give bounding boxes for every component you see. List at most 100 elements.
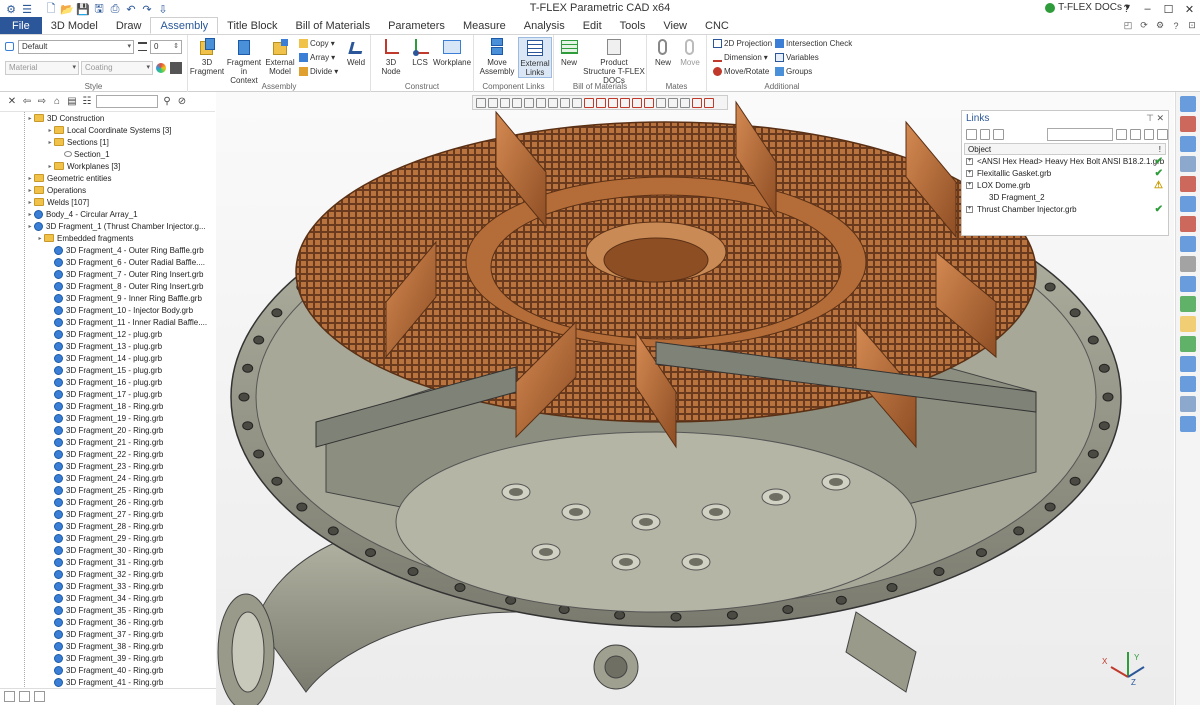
- filter-edges-icon[interactable]: [512, 97, 522, 108]
- help-circle-icon[interactable]: ?: [1170, 19, 1182, 32]
- view-panel-icon[interactable]: [1180, 96, 1196, 112]
- sync-icon[interactable]: ⟳: [1138, 19, 1150, 32]
- tab-tools[interactable]: Tools: [611, 17, 655, 34]
- settings-icon[interactable]: ⚙: [1154, 19, 1166, 32]
- search-icon[interactable]: ⚲: [161, 96, 173, 107]
- tree-item[interactable]: ▸ Sections [1]: [46, 136, 108, 148]
- red-filter-7-icon[interactable]: [692, 97, 702, 108]
- product-structure-button[interactable]: Product Structure T-FLEX DOCs: [583, 37, 645, 85]
- intersection-check-button[interactable]: Intersection Check: [775, 39, 852, 48]
- tree-item[interactable]: 3D Fragment_32 - Ring.grb: [46, 568, 163, 580]
- weld-button[interactable]: Weld: [343, 37, 369, 67]
- tree-item[interactable]: ▸ Workplanes [3]: [46, 160, 120, 172]
- tree-item[interactable]: 3D Fragment_28 - Ring.grb: [46, 520, 163, 532]
- tab-parameters[interactable]: Parameters: [379, 17, 454, 34]
- help-icon[interactable]: ?: [1116, 0, 1137, 18]
- filter-ops-icon[interactable]: [548, 97, 558, 108]
- tab-analysis[interactable]: Analysis: [515, 17, 574, 34]
- tab-file[interactable]: File: [0, 17, 42, 34]
- variables-button[interactable]: Variables: [775, 53, 819, 62]
- view-cube-icon[interactable]: [1180, 196, 1196, 212]
- bracket-right[interactable]: [845, 611, 917, 693]
- tree-item[interactable]: ▸ Operations: [26, 184, 86, 196]
- divide-button[interactable]: Divide ▾: [299, 67, 338, 76]
- select-icon[interactable]: [476, 97, 486, 108]
- lcs-filter-icon[interactable]: [668, 97, 678, 108]
- tab-3d-model[interactable]: 3D Model: [42, 17, 107, 34]
- tree-item[interactable]: 3D Fragment_26 - Ring.grb: [46, 496, 163, 508]
- tree-item[interactable]: 3D Fragment_17 - plug.grb: [46, 388, 162, 400]
- expand-icon[interactable]: ▸: [26, 211, 34, 218]
- app-menu-icon[interactable]: ⚙: [4, 2, 18, 16]
- filter-faces-icon[interactable]: [500, 97, 510, 108]
- tree-item[interactable]: 3D Fragment_10 - Injector Body.grb: [46, 304, 193, 316]
- expand-icon[interactable]: ▸: [46, 163, 54, 170]
- copy-button[interactable]: Copy ▾: [299, 39, 335, 48]
- cube-icon[interactable]: [1180, 236, 1196, 252]
- link-edit-icon[interactable]: [1129, 129, 1141, 140]
- fragment-in-context-button[interactable]: Fragment in Context: [226, 37, 262, 85]
- move-rotate-button[interactable]: Move/Rotate: [713, 67, 769, 76]
- tree-item[interactable]: 3D Fragment_34 - Ring.grb: [46, 592, 163, 604]
- tree-item[interactable]: 3D Fragment_27 - Ring.grb: [46, 508, 163, 520]
- tree-view-icon[interactable]: [979, 129, 991, 140]
- drain-bore[interactable]: [604, 655, 628, 679]
- snap-icon[interactable]: [560, 97, 570, 108]
- tree-item[interactable]: 3D Fragment_15 - plug.grb: [46, 364, 162, 376]
- filter-icon[interactable]: [993, 129, 1005, 140]
- minimize-icon[interactable]: –: [1137, 0, 1158, 18]
- structure-icon[interactable]: ☷: [81, 96, 93, 107]
- tree-options-icon[interactable]: [34, 691, 45, 702]
- red-filter-8-icon[interactable]: [704, 97, 714, 108]
- close-icon[interactable]: ✕: [1156, 113, 1164, 123]
- expand-icon[interactable]: ▸: [36, 235, 44, 242]
- red-filter-3-icon[interactable]: [608, 97, 618, 108]
- expand-icon[interactable]: ▸: [26, 187, 34, 194]
- expand-icon[interactable]: ▸: [46, 127, 54, 134]
- red-filter-6-icon[interactable]: [644, 97, 654, 108]
- open-folder-icon[interactable]: 📂: [60, 2, 74, 16]
- coating-select[interactable]: Coating ▾: [81, 61, 153, 75]
- tree-search-input[interactable]: [96, 95, 158, 108]
- window-restore-icon[interactable]: ◰: [1122, 19, 1134, 32]
- tree-item[interactable]: 3D Fragment_9 - Inner Ring Baffle.grb: [46, 292, 202, 304]
- bom-new-button[interactable]: New: [557, 37, 581, 67]
- tab-view[interactable]: View: [654, 17, 696, 34]
- magnet-icon[interactable]: [1180, 116, 1196, 132]
- tree-item[interactable]: 3D Fragment_31 - Ring.grb: [46, 556, 163, 568]
- tab-bill-of-materials[interactable]: Bill of Materials: [287, 17, 380, 34]
- tree-item[interactable]: 3D Fragment_18 - Ring.grb: [46, 400, 163, 412]
- tree-item[interactable]: 3D Fragment_37 - Ring.grb: [46, 628, 163, 640]
- expand-icon[interactable]: ▸: [26, 175, 34, 182]
- close-icon[interactable]: ✕: [1179, 0, 1200, 18]
- pin-icon[interactable]: ⊤: [1146, 113, 1154, 123]
- tree-item[interactable]: 3D Fragment_13 - plug.grb: [46, 340, 162, 352]
- tree-item[interactable]: ▸ 3D Construction: [26, 112, 104, 124]
- save-icon[interactable]: 💾: [76, 2, 90, 16]
- external-links-button[interactable]: External Links: [518, 37, 552, 78]
- mates-move-button[interactable]: Move: [677, 37, 703, 67]
- expand-icon[interactable]: ▸: [26, 199, 34, 206]
- links-search-input[interactable]: [1047, 128, 1114, 141]
- tree-item[interactable]: 3D Fragment_14 - plug.grb: [46, 352, 162, 364]
- material-select[interactable]: Material ▾: [5, 61, 79, 75]
- orient-icon[interactable]: [1180, 276, 1196, 292]
- red-filter-1-icon[interactable]: [584, 97, 594, 108]
- display-icon[interactable]: [1180, 376, 1196, 392]
- expand-icon[interactable]: ▸: [26, 115, 34, 122]
- tree-item[interactable]: Section_1: [56, 148, 110, 160]
- workplane-button[interactable]: Workplane: [433, 37, 471, 67]
- link-row[interactable]: + <ANSI Hex Head> Heavy Hex Bolt ANSI B18…: [962, 155, 1168, 167]
- link-row[interactable]: + Thrust Chamber Injector.grb ✔: [962, 203, 1168, 215]
- properties-icon[interactable]: [1180, 396, 1196, 412]
- layer-select[interactable]: Default ▾: [18, 40, 134, 54]
- expand-icon[interactable]: ▸: [26, 223, 34, 230]
- sphere-icon[interactable]: [1180, 316, 1196, 332]
- mates-new-button[interactable]: New: [651, 37, 675, 67]
- expand-icon[interactable]: +: [966, 157, 973, 165]
- red-filter-2-icon[interactable]: [596, 97, 606, 108]
- refresh-links-icon[interactable]: [966, 129, 977, 140]
- array-button[interactable]: Array ▾: [299, 53, 335, 62]
- tree-item[interactable]: 3D Fragment_8 - Outer Ring Insert.grb: [46, 280, 203, 292]
- tree-item[interactable]: 3D Fragment_20 - Ring.grb: [46, 424, 163, 436]
